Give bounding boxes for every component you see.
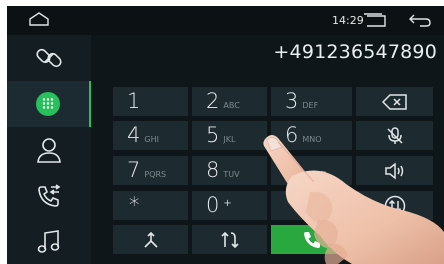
hang-up-button[interactable] xyxy=(356,225,433,254)
dialpad-icon xyxy=(36,92,60,116)
sidebar-item-contacts[interactable] xyxy=(7,127,91,173)
transfer-icon xyxy=(220,231,239,248)
key-3[interactable]: 3 DEF xyxy=(271,87,352,116)
back-icon[interactable] xyxy=(408,12,432,32)
call-button[interactable] xyxy=(271,225,352,254)
key-4[interactable]: 4 GHI xyxy=(113,121,188,150)
mic-off-icon xyxy=(386,126,403,144)
recent-apps-icon[interactable] xyxy=(363,12,387,32)
hang-up-icon xyxy=(382,235,407,245)
link-icon xyxy=(36,48,62,68)
backspace-button[interactable] xyxy=(356,87,433,116)
key-7[interactable]: 7 PQRS xyxy=(113,156,188,185)
dialer-panel: +491236547890 1 2 ABC 3 DEF 4 GHI 5 JKL xyxy=(91,35,444,264)
call-log-icon xyxy=(38,184,61,207)
merge-call-button[interactable] xyxy=(113,225,188,254)
backspace-icon xyxy=(381,93,407,110)
merge-icon xyxy=(143,231,158,248)
sidebar xyxy=(7,35,91,264)
home-icon[interactable] xyxy=(28,11,50,31)
phone-call-icon xyxy=(303,231,320,248)
key-2[interactable]: 2 ABC xyxy=(192,87,267,116)
key-5[interactable]: 5 JKL xyxy=(192,121,267,150)
dialed-number: +491236547890 xyxy=(273,41,437,63)
key-6[interactable]: 6 MNO xyxy=(271,121,352,150)
key-1[interactable]: 1 xyxy=(113,87,188,116)
music-icon xyxy=(37,230,60,253)
empty-key xyxy=(271,191,352,220)
mute-mic-button[interactable] xyxy=(356,121,433,150)
swap-call-button[interactable] xyxy=(356,191,433,220)
clock-time: 14:29 xyxy=(332,14,364,27)
sidebar-item-dialpad[interactable] xyxy=(7,81,91,127)
key-8[interactable]: 8 TUV xyxy=(192,156,267,185)
status-bar: 14:29 xyxy=(7,6,444,35)
sidebar-item-call-log[interactable] xyxy=(7,173,91,219)
key-0[interactable]: 0 + xyxy=(192,191,267,220)
key-9[interactable]: 9 WXYZ xyxy=(271,156,352,185)
sidebar-item-link[interactable] xyxy=(7,35,91,81)
sidebar-item-music[interactable] xyxy=(7,219,91,264)
swap-icon xyxy=(384,195,405,216)
contacts-icon xyxy=(37,138,61,163)
speaker-button[interactable] xyxy=(356,156,433,185)
key-star[interactable]: * xyxy=(113,191,188,220)
speaker-icon xyxy=(384,161,403,180)
transfer-call-button[interactable] xyxy=(192,225,267,254)
car-phone-screen: 14:29 +491236547890 1 2 ABC 3 DEF 4 GHI … xyxy=(0,0,444,264)
